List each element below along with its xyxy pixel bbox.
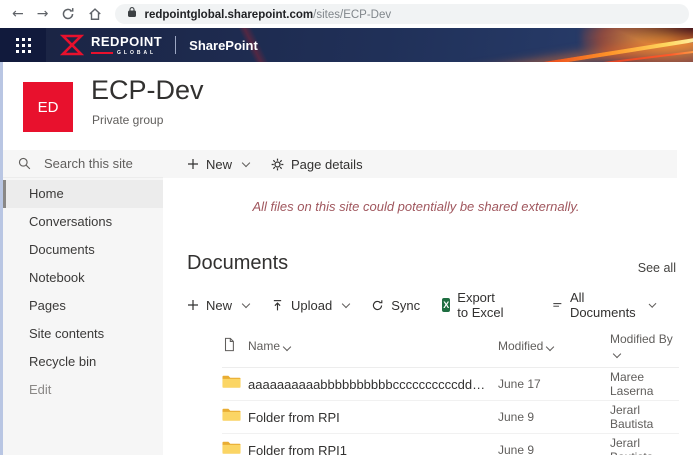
sharepoint-link[interactable]: SharePoint: [189, 38, 258, 53]
table-row[interactable]: Folder from RPI1 June 9 Jerarl Bautista: [222, 434, 679, 455]
folder-name: aaaaaaaaaabbbbbbbbbbccccccccccdddddd...: [248, 377, 498, 392]
see-all-link[interactable]: See all: [638, 261, 676, 275]
folder-icon: [222, 407, 248, 427]
folder-icon: [222, 374, 248, 394]
chevron-down-icon: [649, 300, 657, 308]
view-list-icon: [552, 299, 563, 312]
sidebar-item-site-contents[interactable]: Site contents: [3, 320, 163, 348]
back-icon[interactable]: ←: [12, 7, 24, 21]
excel-icon: X: [442, 298, 450, 312]
sidebar-item-recycle-bin[interactable]: Recycle bin: [3, 348, 163, 376]
file-type-column-icon[interactable]: [222, 337, 248, 355]
refresh-icon[interactable]: [61, 7, 75, 21]
sidebar-item-pages[interactable]: Pages: [3, 292, 163, 320]
table-row[interactable]: aaaaaaaaaabbbbbbbbbbccccccccccdddddd... …: [222, 368, 679, 401]
view-selector[interactable]: All Documents: [552, 290, 655, 320]
table-row[interactable]: Folder from RPI June 9 Jerarl Bautista: [222, 401, 679, 434]
site-search[interactable]: [3, 150, 163, 178]
site-title: ECP-Dev: [91, 75, 204, 106]
folder-name: Folder from RPI: [248, 410, 498, 425]
modified-date: June 17: [498, 377, 610, 391]
upload-button[interactable]: Upload: [271, 298, 349, 313]
chevron-down-icon: [242, 158, 250, 166]
brand-name: REDPOINT: [91, 35, 162, 48]
documents-table: Name Modified Modified By aaaaaaaaaabbbb…: [222, 332, 679, 455]
home-icon[interactable]: [88, 7, 102, 21]
redpoint-logo[interactable]: REDPOINT GLOBAL: [60, 34, 162, 56]
upload-icon: [271, 299, 284, 312]
plus-icon: [187, 299, 199, 311]
gear-icon: [271, 158, 284, 171]
external-sharing-warning: All files on this site could potentially…: [163, 199, 693, 214]
page-details-button[interactable]: Page details: [271, 157, 363, 172]
page-content: All files on this site could potentially…: [163, 178, 693, 455]
address-bar[interactable]: redpointglobal.sharepoint.com/sites/ECP-…: [115, 4, 689, 24]
folder-name: Folder from RPI1: [248, 443, 498, 455]
browser-window: ← → redpointglobal.sharepoint.com/sites/…: [0, 0, 693, 455]
nav-items: Home Conversations Documents Notebook Pa…: [3, 178, 163, 404]
sync-button[interactable]: Sync: [371, 298, 420, 313]
modified-date: June 9: [498, 443, 610, 455]
chevron-down-icon: [283, 343, 291, 351]
waffle-icon: [16, 38, 31, 53]
chevron-down-icon: [342, 299, 350, 307]
new-button[interactable]: New: [187, 157, 249, 172]
doc-new-button[interactable]: New: [187, 298, 249, 313]
search-icon: [18, 157, 31, 170]
export-to-excel-button[interactable]: X Export to Excel: [442, 290, 508, 320]
sidebar-item-edit[interactable]: Edit: [3, 376, 163, 404]
sync-icon: [371, 299, 384, 312]
folder-icon: [222, 440, 248, 455]
brand-subtitle: GLOBAL: [117, 50, 156, 56]
site-privacy-label: Private group: [92, 113, 163, 127]
chevron-down-icon: [546, 343, 554, 351]
suite-banner: REDPOINT GLOBAL SharePoint: [0, 28, 693, 62]
browser-toolbar: ← → redpointglobal.sharepoint.com/sites/…: [0, 0, 693, 28]
sidebar-item-notebook[interactable]: Notebook: [3, 264, 163, 292]
banner-divider: [175, 36, 176, 54]
modified-by: Maree Laserna: [610, 370, 679, 398]
url-host: redpointglobal.sharepoint.com: [144, 9, 313, 21]
site-avatar: ED: [23, 82, 73, 132]
table-header-row: Name Modified Modified By: [222, 332, 679, 368]
page-command-bar: New Page details: [163, 150, 677, 178]
site-header: ED ECP-Dev Private group: [3, 62, 693, 150]
redpoint-logo-icon: [60, 34, 84, 56]
modified-date: June 9: [498, 410, 610, 424]
column-header-name[interactable]: Name: [248, 339, 498, 353]
plus-icon: [187, 158, 199, 170]
chevron-down-icon: [613, 350, 621, 358]
forward-icon[interactable]: →: [37, 7, 49, 21]
documents-command-bar: New Upload Sync X Export to Excel: [163, 290, 693, 320]
modified-by: Jerarl Bautista: [610, 403, 679, 431]
documents-title: Documents: [187, 252, 288, 275]
site-navigation: Home Conversations Documents Notebook Pa…: [3, 150, 163, 455]
search-input[interactable]: [42, 155, 154, 172]
chevron-down-icon: [242, 299, 250, 307]
sidebar-item-conversations[interactable]: Conversations: [3, 208, 163, 236]
url-path: /sites/ECP-Dev: [313, 9, 391, 21]
sidebar-item-documents[interactable]: Documents: [3, 236, 163, 264]
sidebar-item-home[interactable]: Home: [3, 180, 163, 208]
lock-icon[interactable]: [127, 5, 137, 23]
documents-webpart-header: Documents See all: [163, 252, 693, 275]
column-header-modified[interactable]: Modified: [498, 339, 610, 353]
brand-underline: [91, 52, 113, 54]
app-launcher-button[interactable]: [0, 28, 46, 62]
column-header-modified-by[interactable]: Modified By: [610, 332, 679, 360]
modified-by: Jerarl Bautista: [610, 436, 679, 455]
